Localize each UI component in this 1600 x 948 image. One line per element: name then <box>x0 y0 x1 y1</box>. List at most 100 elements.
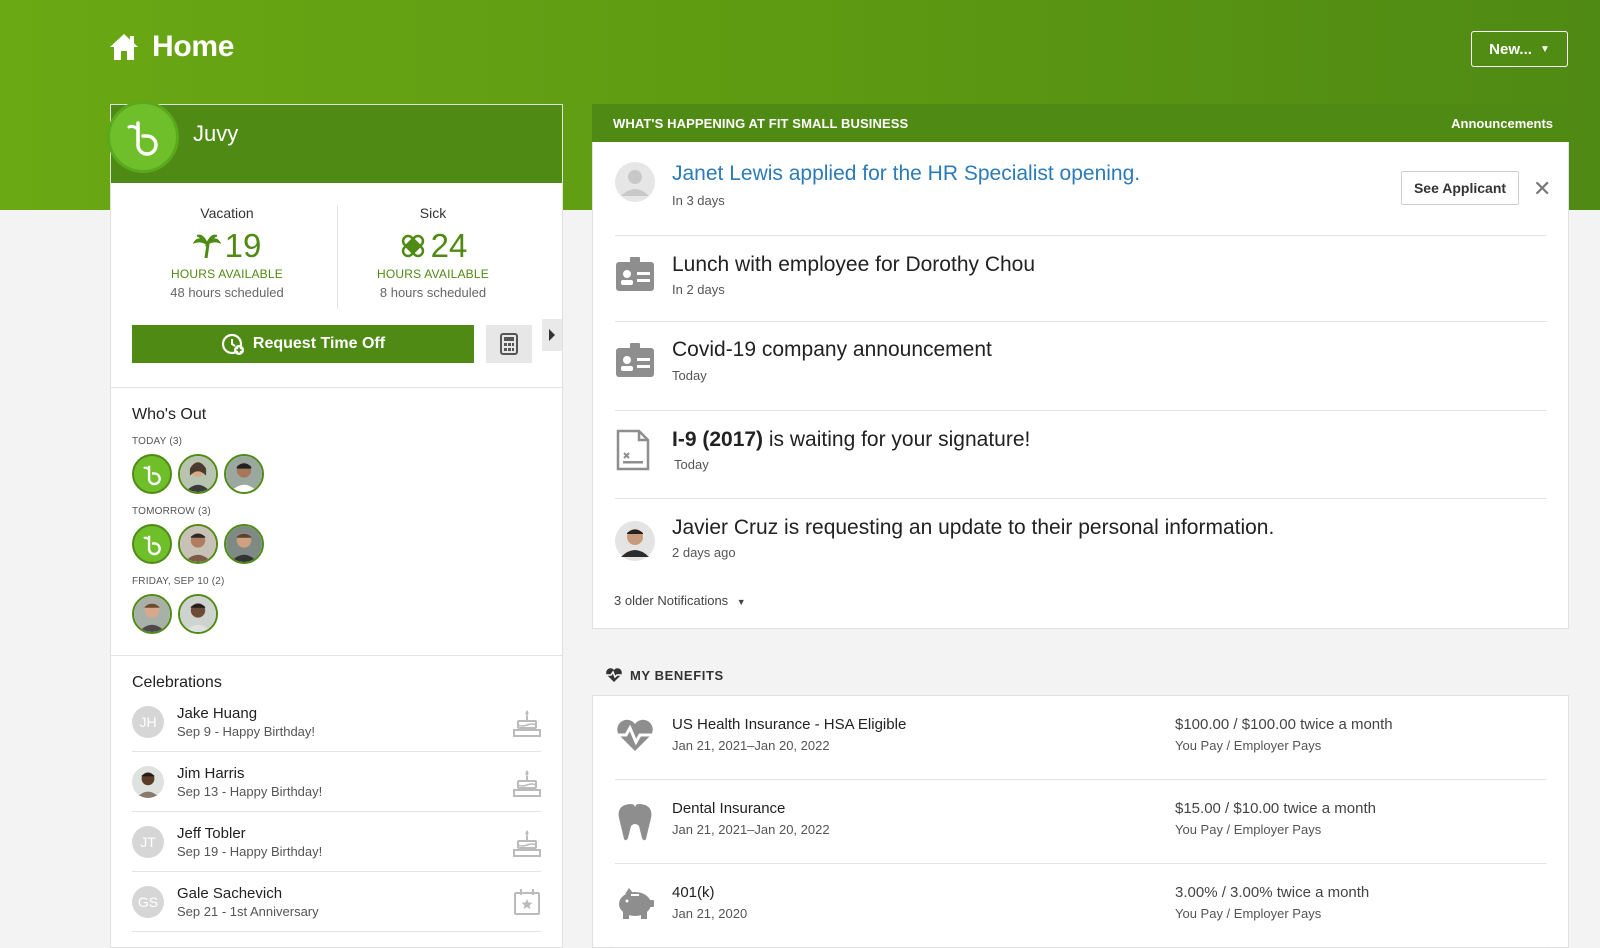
caret-right-icon <box>549 329 555 341</box>
list-item[interactable]: 401(k) Jan 21, 2020 3.00% / 3.00% twice … <box>615 864 1547 948</box>
vacation-scheduled: 48 hours scheduled <box>170 285 284 300</box>
notification-time: Today <box>674 457 709 472</box>
user-placeholder-icon <box>615 162 655 202</box>
notification-time: 2 days ago <box>672 545 736 560</box>
heart-pulse-icon <box>606 668 622 682</box>
anniversary-calendar-icon <box>514 889 540 915</box>
sick-hours: 24 <box>430 227 468 264</box>
notification-title: Lunch with employee for Dorothy Chou <box>672 253 1036 276</box>
notification-title: I-9 (2017) is waiting for your signature… <box>672 428 1030 452</box>
piggy-bank-icon <box>619 888 654 919</box>
next-balance-button[interactable] <box>542 319 562 351</box>
birthday-cake-icon <box>513 830 541 857</box>
person-photo-icon <box>134 596 170 632</box>
out-group-label: FRIDAY, SEP 10 (2) <box>132 576 225 587</box>
feed-header: WHAT'S HAPPENING AT FIT SMALL BUSINESS A… <box>592 104 1569 142</box>
avatar[interactable] <box>224 454 264 494</box>
person-photo-icon <box>180 526 216 562</box>
whos-out-title: Who's Out <box>132 406 207 423</box>
document-signature-icon <box>616 429 650 471</box>
list-item[interactable]: Javier Cruz is requesting an update to t… <box>615 499 1547 588</box>
benefit-amount: $15.00 / $10.00 twice a month <box>1175 800 1376 817</box>
avatar[interactable] <box>178 524 218 564</box>
vacation-available-label: HOURS AVAILABLE <box>171 267 283 281</box>
page-header: Home <box>108 30 234 64</box>
avatar[interactable] <box>132 594 172 634</box>
benefit-payer: You Pay / Employer Pays <box>1175 822 1322 837</box>
announcements-link[interactable]: Announcements <box>1451 116 1553 131</box>
person-photo-icon <box>180 456 216 492</box>
notification-time: In 3 days <box>672 193 725 208</box>
list-item[interactable]: GS Gale Sachevich Sep 21 - 1st Anniversa… <box>132 872 541 932</box>
notification-title[interactable]: Janet Lewis applied for the HR Specialis… <box>672 162 1140 186</box>
avatar[interactable] <box>224 524 264 564</box>
notification-time: In 2 days <box>672 282 725 297</box>
calculator-button[interactable] <box>486 325 532 363</box>
bamboo-logo-icon <box>143 465 161 486</box>
new-button-label: New... <box>1489 40 1532 58</box>
list-item[interactable]: Covid-19 company announcement Today <box>615 322 1547 411</box>
person-photo-icon <box>615 521 655 561</box>
list-item[interactable]: JT Jeff Tobler Sep 19 - Happy Birthday! <box>132 812 541 872</box>
vacation-balance[interactable]: Vacation 19 HOURS AVAILABLE 48 hours sch… <box>125 205 329 300</box>
profile-bar: Juvy <box>107 101 562 183</box>
sick-balance[interactable]: Sick 24 HOURS AVAILABLE 8 hours schedule… <box>331 205 535 300</box>
celebration-name: Jeff Tobler <box>177 824 246 842</box>
birthday-cake-icon <box>513 710 541 737</box>
sick-scheduled: 8 hours scheduled <box>379 285 487 300</box>
benefit-amount: $100.00 / $100.00 twice a month <box>1175 716 1393 733</box>
benefit-payer: You Pay / Employer Pays <box>1175 906 1322 921</box>
benefit-dates: Jan 21, 2021–Jan 20, 2022 <box>672 738 830 753</box>
notification-text: is waiting for your signature! <box>763 428 1031 451</box>
benefits-title: MY BENEFITS <box>605 667 724 683</box>
person-photo-icon <box>132 765 164 798</box>
benefit-dates: Jan 21, 2020 <box>672 906 748 921</box>
avatar[interactable] <box>132 524 172 564</box>
list-item[interactable]: Dental Insurance Jan 21, 2021–Jan 20, 20… <box>615 780 1547 864</box>
out-group-friday: FRIDAY, SEP 10 (2) <box>132 576 541 634</box>
celebration-name: Jim Harris <box>177 764 245 782</box>
sick-available-label: HOURS AVAILABLE <box>377 267 489 281</box>
notification-title: Covid-19 company announcement <box>672 338 992 361</box>
benefit-payer: You Pay / Employer Pays <box>1175 738 1322 753</box>
out-group-tomorrow: TOMORROW (3) <box>132 506 541 564</box>
bamboo-logo-icon <box>143 535 161 556</box>
left-panel: Juvy Vacation 19 HOURS AVAILABLE 48 hour… <box>107 101 563 948</box>
list-item[interactable]: I-9 (2017) is waiting for your signature… <box>615 411 1547 499</box>
company-logo <box>107 101 179 173</box>
request-time-off-label: Request Time Off <box>252 335 386 352</box>
notification-time: Today <box>672 368 707 383</box>
celebration-name: Gale Sachevich <box>177 884 283 902</box>
out-group-label: TOMORROW (3) <box>132 506 211 517</box>
avatar[interactable] <box>178 454 218 494</box>
bandage-icon <box>401 234 424 258</box>
out-group-label: TODAY (3) <box>132 436 183 447</box>
avatar[interactable] <box>132 454 172 494</box>
list-item[interactable]: US Health Insurance - HSA Eligible Jan 2… <box>615 696 1547 780</box>
older-notifications-label: 3 older Notifications <box>614 593 729 608</box>
feed-title: WHAT'S HAPPENING AT FIT SMALL BUSINESS <box>613 115 909 131</box>
profile-name[interactable]: Juvy <box>193 121 238 147</box>
avatar[interactable] <box>178 594 218 634</box>
birthday-cake-icon <box>513 770 541 797</box>
see-applicant-button[interactable]: See Applicant <box>1401 171 1519 205</box>
avatar: JH <box>132 705 164 738</box>
avatar <box>132 765 164 798</box>
id-card-icon <box>616 343 654 377</box>
out-group-today: TODAY (3) <box>132 436 541 494</box>
list-item[interactable]: Lunch with employee for Dorothy Chou In … <box>615 236 1547 322</box>
list-item[interactable]: JH Jake Huang Sep 9 - Happy Birthday! <box>132 692 541 752</box>
new-button[interactable]: New... ▼ <box>1471 31 1568 67</box>
avatar: JT <box>132 825 164 858</box>
chevron-double-down-icon: ▼ <box>736 597 746 607</box>
older-notifications-link[interactable]: 3 older Notifications ▼ <box>614 593 746 608</box>
document-name: I-9 (2017) <box>672 428 764 451</box>
close-icon[interactable]: ✕ <box>1533 176 1551 202</box>
benefit-name: Dental Insurance <box>672 800 786 817</box>
time-off-section: Vacation 19 HOURS AVAILABLE 48 hours sch… <box>111 183 562 388</box>
tooth-icon <box>618 804 652 841</box>
celebration-detail: Sep 13 - Happy Birthday! <box>177 783 323 799</box>
request-time-off-button[interactable]: Request Time Off <box>132 325 474 363</box>
list-item[interactable]: Jim Harris Sep 13 - Happy Birthday! <box>132 752 541 812</box>
caret-down-icon: ▼ <box>1539 43 1550 55</box>
